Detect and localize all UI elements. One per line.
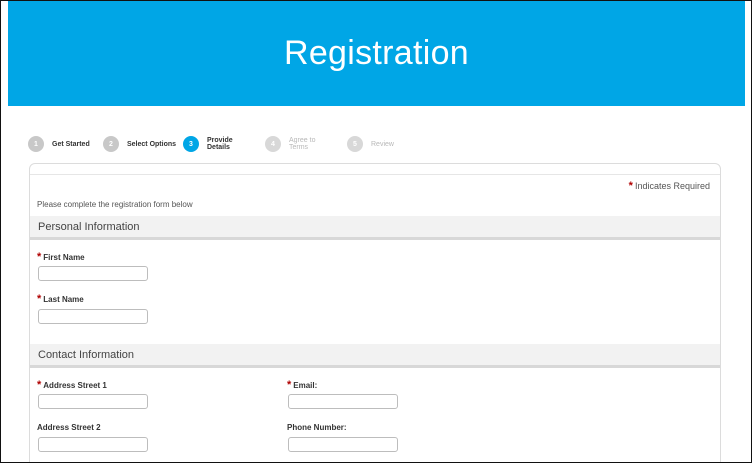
first-name-field[interactable]	[38, 266, 148, 281]
page-frame: Registration 1 Get Started 2 Select Opti…	[0, 0, 752, 463]
section-header-contact: Contact Information	[30, 344, 720, 368]
step-provide-details[interactable]: 3 Provide Details	[183, 133, 233, 155]
progress-steps: 1 Get Started 2 Select Options 3 Provide…	[28, 133, 708, 155]
step-number: 3	[183, 136, 199, 152]
required-star-icon: *	[37, 293, 42, 305]
step-label: Provide Details	[207, 137, 233, 151]
last-name-label-text: Last Name	[43, 294, 84, 304]
step-number: 4	[265, 136, 281, 152]
step-select-options[interactable]: 2 Select Options	[103, 133, 176, 155]
step-label: Get Started	[52, 140, 90, 148]
step-get-started[interactable]: 1 Get Started	[28, 133, 90, 155]
required-star-icon: *	[37, 379, 42, 391]
email-field[interactable]	[288, 394, 398, 409]
step-label: Select Options	[127, 140, 177, 148]
card-top-bar	[30, 164, 720, 175]
email-label-text: Email:	[293, 380, 318, 390]
required-note-text: Indicates Required	[634, 181, 710, 191]
step-label: Agree to Terms	[289, 137, 316, 151]
address-street-1-label: * Address Street 1	[37, 379, 107, 391]
step-label: Review	[371, 140, 394, 148]
step-review: 5 Review	[347, 133, 394, 155]
form-intro-text: Please complete the registration form be…	[37, 200, 193, 209]
page-title: Registration	[283, 34, 470, 72]
address-street-1-label-text: Address Street 1	[43, 380, 107, 390]
step-agree-to-terms: 4 Agree to Terms	[265, 133, 319, 155]
section-header-personal: Personal Information	[30, 216, 720, 240]
required-indicator-note: * Indicates Required	[629, 180, 710, 192]
step-number: 5	[347, 136, 363, 152]
last-name-label: * Last Name	[37, 293, 84, 305]
email-label: * Email:	[287, 379, 317, 391]
step-number: 1	[28, 136, 44, 152]
step-number: 2	[103, 136, 119, 152]
required-star-icon: *	[628, 180, 633, 192]
address-street-2-field[interactable]	[38, 437, 148, 452]
address-street-2-label: Address Street 2	[37, 423, 101, 432]
required-star-icon: *	[37, 251, 42, 263]
registration-banner: Registration	[8, 1, 745, 106]
first-name-label: * First Name	[37, 251, 85, 263]
registration-form-card: * Indicates Required Please complete the …	[29, 163, 721, 462]
last-name-field[interactable]	[38, 309, 148, 324]
phone-number-field[interactable]	[288, 437, 398, 452]
required-star-icon: *	[287, 379, 292, 391]
address-street-1-field[interactable]	[38, 394, 148, 409]
phone-number-label: Phone Number:	[287, 423, 347, 432]
first-name-label-text: First Name	[43, 252, 85, 262]
